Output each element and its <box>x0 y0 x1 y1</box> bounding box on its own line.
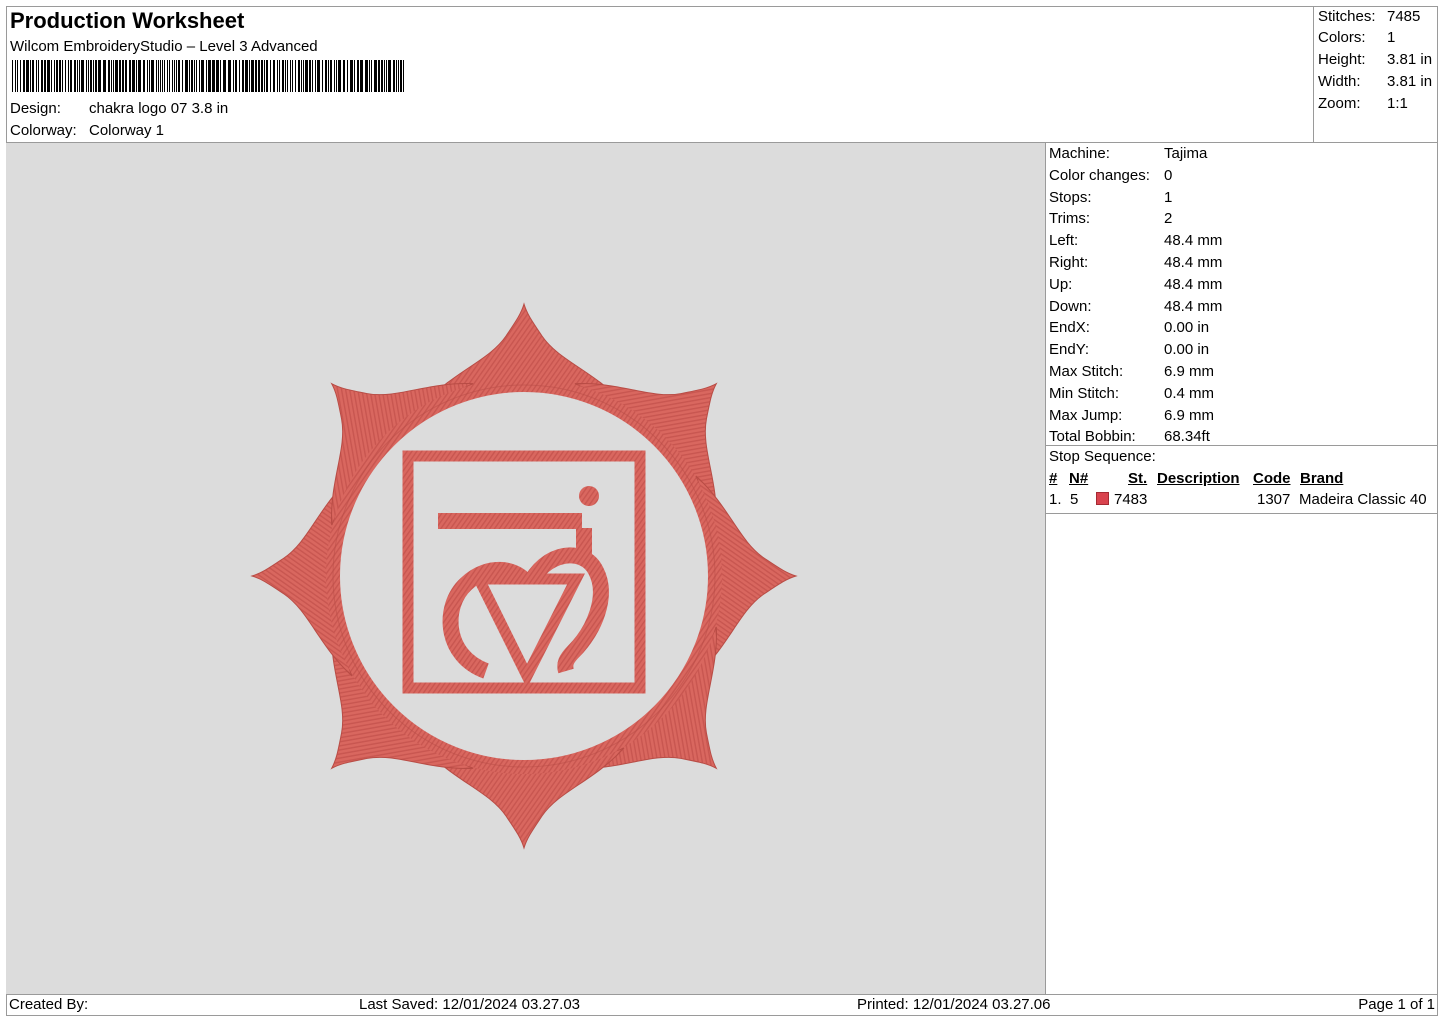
info-value: 48.4 mm <box>1164 254 1223 271</box>
stat-height: Height: 3.81 in <box>1318 51 1433 68</box>
info-row: Trims: 2 <box>1049 210 1172 227</box>
worksheet-footer: Created By: Last Saved: 12/01/2024 03.27… <box>6 994 1438 1016</box>
info-row: Machine: Tajima <box>1049 145 1207 162</box>
info-label: Machine: <box>1049 145 1110 162</box>
row-brand: Madeira Classic 40 <box>1299 491 1427 508</box>
info-row: EndX: 0.00 in <box>1049 319 1209 336</box>
info-label: Min Stitch: <box>1049 384 1120 402</box>
info-row: Total Bobbin: 68.34ft <box>1049 428 1210 445</box>
col-n: N# <box>1069 470 1089 487</box>
last-saved: Last Saved: 12/01/2024 03.27.03 <box>359 996 581 1013</box>
info-label: EndX: <box>1049 319 1090 337</box>
info-row: Right: 48.4 mm <box>1049 254 1222 271</box>
col-code: Code <box>1253 470 1291 487</box>
info-label: Max Stitch: <box>1049 363 1124 380</box>
stat-width: Width: 3.81 in <box>1318 73 1433 90</box>
page-number: Page 1 of 1 <box>1358 996 1435 1013</box>
col-st: St. <box>1128 470 1148 487</box>
info-row: EndY: 0.00 in <box>1049 341 1209 358</box>
design-label: Design: <box>10 100 61 117</box>
worksheet-title: Production Worksheet <box>10 8 245 33</box>
row-num: 1. <box>1049 491 1062 508</box>
info-label: Left: <box>1049 232 1079 250</box>
info-value: 0.00 in <box>1164 319 1210 337</box>
info-label: Down: <box>1049 297 1092 315</box>
stop-sequence-label: Stop Sequence: <box>1049 448 1156 465</box>
info-value: 48.4 mm <box>1164 275 1223 293</box>
info-label: Right: <box>1049 254 1089 271</box>
thread-color-swatch <box>1096 492 1109 505</box>
info-label: EndY: <box>1049 341 1090 359</box>
col-description: Description <box>1157 470 1240 487</box>
info-value: 48.4 mm <box>1164 232 1223 250</box>
info-row: Left: 48.4 mm <box>1049 232 1222 249</box>
machine-info: Machine: Tajima Color changes: 0 Stops: 1 Trim… <box>1046 143 1438 446</box>
printed-date: Printed: 12/01/2024 03.27.06 <box>857 996 1051 1013</box>
info-label: Stops: <box>1049 188 1092 206</box>
chakra-embroidery-design <box>250 302 798 850</box>
col-num: # <box>1049 470 1058 487</box>
created-by: Created By: <box>9 996 89 1013</box>
info-row: Up: 48.4 mm <box>1049 276 1222 293</box>
info-value: 6.9 mm <box>1164 363 1215 380</box>
chakra-logo <box>250 302 798 850</box>
row-code: 1307 <box>1257 491 1291 508</box>
bija-symbol <box>438 486 609 689</box>
row-st: 7483 <box>1114 491 1148 508</box>
stat-stitches: Stitches: 7485 <box>1318 8 1421 25</box>
colorway-value: Colorway 1 <box>89 122 165 139</box>
info-value: 48.4 mm <box>1164 297 1223 315</box>
info-label: Trims: <box>1049 210 1091 228</box>
info-value: 68.34ft <box>1164 428 1210 446</box>
info-row: Color changes: 0 <box>1049 167 1172 184</box>
info-value: 0 <box>1164 166 1173 184</box>
design-preview <box>6 143 1046 994</box>
info-value: 0.4 mm <box>1164 384 1215 402</box>
info-row: Down: 48.4 mm <box>1049 298 1222 315</box>
worksheet-header: Production Worksheet Wilcom EmbroiderySt… <box>6 6 1314 143</box>
colorway-row: Colorway: Colorway 1 <box>10 122 164 139</box>
stat-colors: Colors: 1 <box>1318 29 1396 46</box>
stop-sequence: Stop Sequence: # N# St. Description Code… <box>1046 446 1438 514</box>
info-row: Min Stitch: 0.4 mm <box>1049 385 1214 402</box>
info-value: 6.9 mm <box>1164 406 1215 424</box>
info-value: 2 <box>1164 210 1173 228</box>
info-label: Total Bobbin: <box>1049 428 1136 446</box>
barcode <box>12 60 404 92</box>
lotus-petal <box>574 626 718 770</box>
lotus-petal <box>574 382 718 526</box>
row-n: 5 <box>1070 491 1079 508</box>
info-row: Max Jump: 6.9 mm <box>1049 407 1214 424</box>
design-stats: Stitches: 7485 Colors: 1 Height: 3.81 in Wi… <box>1314 6 1438 143</box>
info-row: Stops: 1 <box>1049 189 1172 206</box>
colorway-label: Colorway: <box>10 122 77 139</box>
software-name: Wilcom EmbroideryStudio – Level 3 Advanc… <box>10 38 318 55</box>
info-label: Up: <box>1049 275 1073 293</box>
info-value: 1 <box>1164 188 1173 206</box>
design-row: Design: chakra logo 07 3.8 in <box>10 100 228 117</box>
col-brand: Brand <box>1300 470 1344 487</box>
info-row: Max Stitch: 6.9 mm <box>1049 363 1214 380</box>
info-value: 0.00 in <box>1164 341 1210 359</box>
info-value: Tajima <box>1164 145 1208 162</box>
lotus-petal <box>330 382 474 526</box>
info-label: Color changes: <box>1049 166 1150 184</box>
design-value: chakra logo 07 3.8 in <box>89 100 229 117</box>
info-label: Max Jump: <box>1049 406 1123 424</box>
lotus-petal <box>330 626 474 770</box>
stat-zoom: Zoom: 1:1 <box>1318 95 1408 112</box>
